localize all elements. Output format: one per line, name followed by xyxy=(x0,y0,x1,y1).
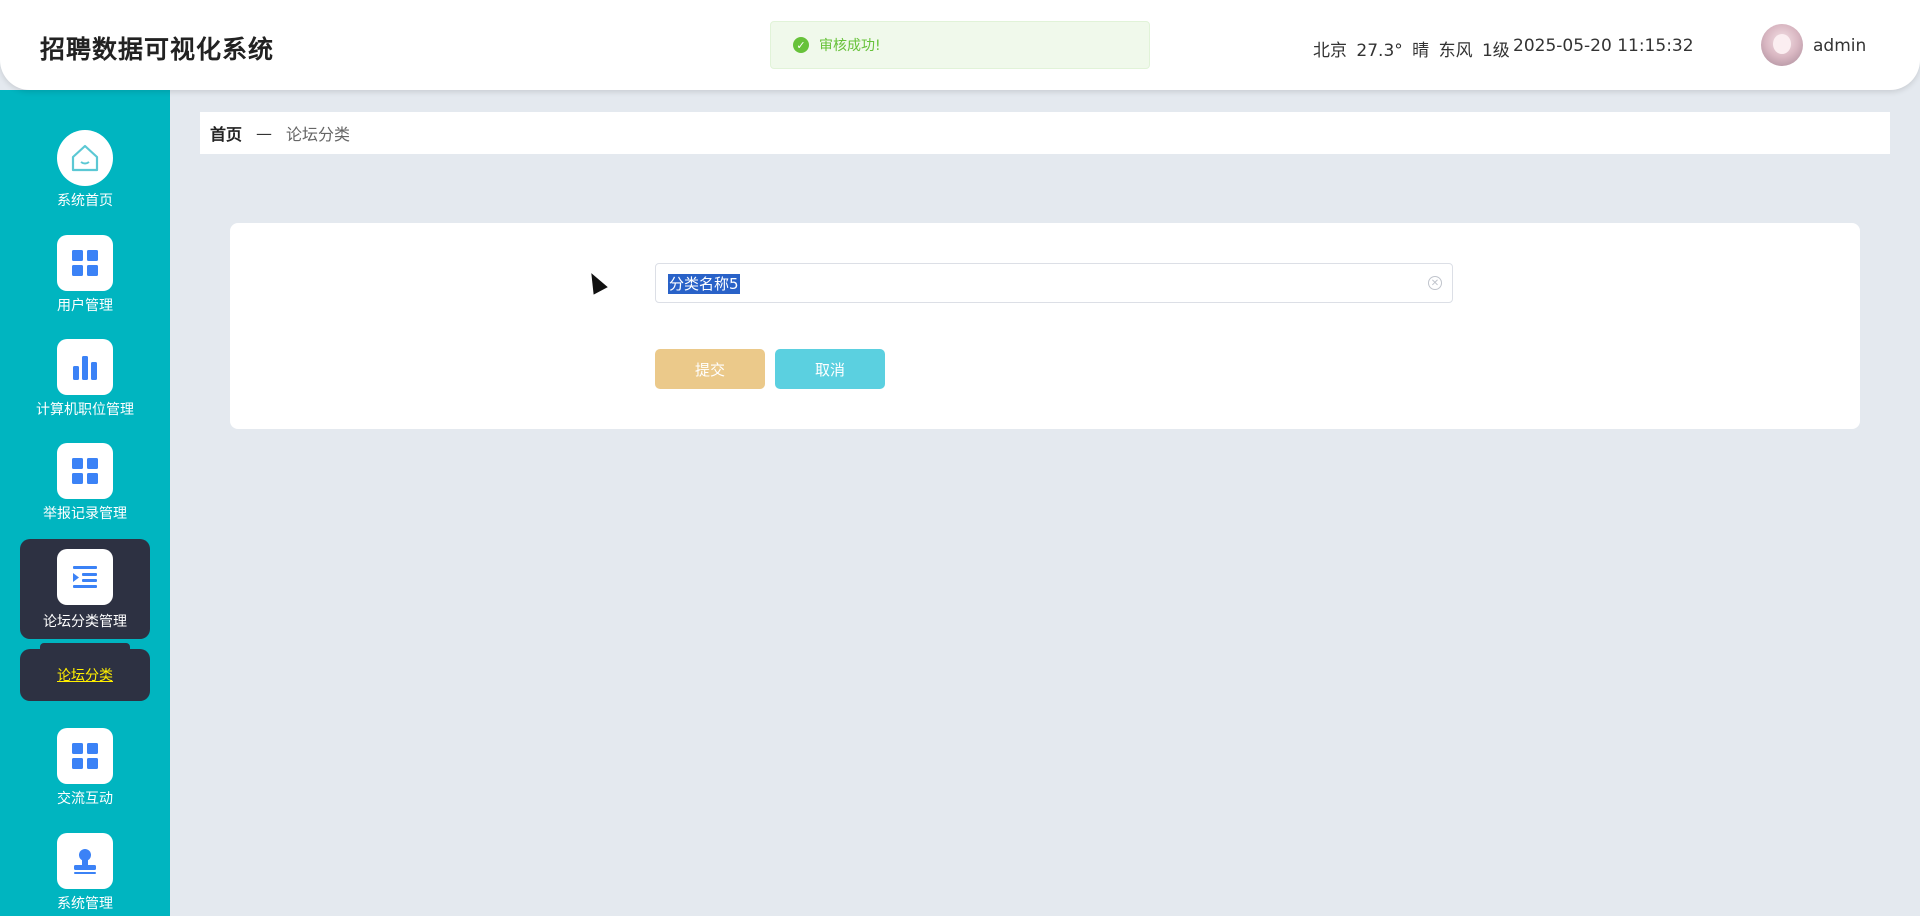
sidebar-item-label: 举报记录管理 xyxy=(43,506,127,522)
clear-icon[interactable]: ✕ xyxy=(1428,276,1442,290)
sidebar-item-communication[interactable]: 交流互动 xyxy=(20,716,150,816)
datetime: 2025-05-20 11:15:32 xyxy=(1513,36,1694,56)
selected-input-text: 分类名称5 xyxy=(668,274,740,294)
category-name-input[interactable] xyxy=(656,264,1452,302)
sidebar-subitem-forum-category[interactable]: 论坛分类 xyxy=(20,649,150,701)
sidebar-item-jobs[interactable]: 计算机职位管理 xyxy=(20,327,150,427)
breadcrumb: 首页 — 论坛分类 xyxy=(200,112,1890,154)
sidebar-item-label: 系统管理 xyxy=(57,896,113,912)
avatar[interactable] xyxy=(1761,24,1803,66)
bar-chart-icon xyxy=(57,339,113,395)
form-card: 分类名称 分类名称5 ✕ 提交 取消 xyxy=(230,223,1860,429)
grid-icon xyxy=(57,728,113,784)
stamp-icon xyxy=(57,833,113,889)
sidebar-item-label: 用户管理 xyxy=(57,298,113,314)
sidebar-item-label: 系统首页 xyxy=(57,193,113,209)
submit-button[interactable]: 提交 xyxy=(655,349,765,389)
sidebar-item-label: 计算机职位管理 xyxy=(36,402,134,418)
grid-icon xyxy=(57,235,113,291)
category-name-field[interactable]: 分类名称5 ✕ xyxy=(655,263,1453,303)
sidebar-item-system[interactable]: 系统管理 xyxy=(20,821,150,916)
cancel-button[interactable]: 取消 xyxy=(775,349,885,389)
sidebar-item-users[interactable]: 用户管理 xyxy=(20,223,150,323)
grid-icon xyxy=(57,443,113,499)
sidebar-subitem-label: 论坛分类 xyxy=(57,668,113,684)
sidebar-item-home[interactable]: 系统首页 xyxy=(20,118,150,218)
breadcrumb-current: 论坛分类 xyxy=(286,125,351,144)
sidebar-item-label: 交流互动 xyxy=(57,791,113,807)
home-icon xyxy=(57,130,113,186)
sidebar-item-label: 论坛分类管理 xyxy=(43,614,127,630)
breadcrumb-separator: — xyxy=(256,123,273,143)
success-toast: ✓ 审核成功! xyxy=(770,21,1150,69)
check-circle-icon: ✓ xyxy=(793,37,809,53)
app-title: 招聘数据可视化系统 xyxy=(40,35,275,64)
sidebar-item-reports[interactable]: 举报记录管理 xyxy=(20,431,150,531)
username[interactable]: admin xyxy=(1813,36,1866,56)
toast-message: 审核成功! xyxy=(819,38,881,54)
top-header: 招聘数据可视化系统 ✓ 审核成功! 北京 27.3° 晴 东风 1级 2025-… xyxy=(0,0,1920,90)
sidebar-item-forum-category[interactable]: 论坛分类管理 xyxy=(20,539,150,639)
sidebar: 系统首页 用户管理 计算机职位管理 举报记录管理 论坛分类管理 论坛分类 交流互… xyxy=(0,90,170,916)
list-indent-icon xyxy=(57,549,113,605)
weather-info: 北京 27.3° 晴 东风 1级 xyxy=(1313,41,1510,61)
breadcrumb-home[interactable]: 首页 xyxy=(210,121,242,145)
